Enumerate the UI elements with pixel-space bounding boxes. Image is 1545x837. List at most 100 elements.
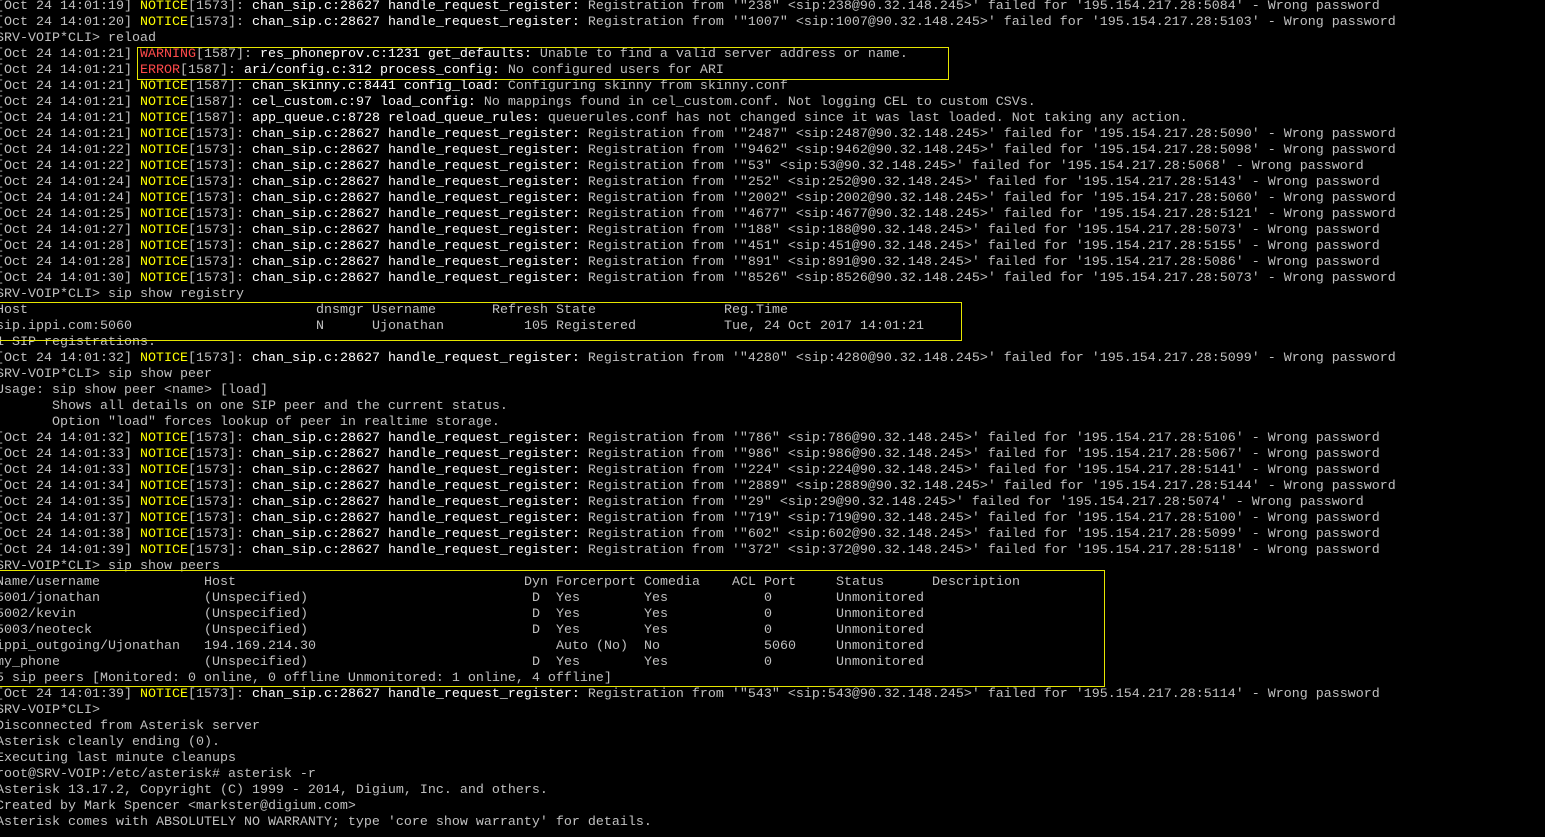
log-level-notice: NOTICE	[139, 159, 188, 174]
console-line: 5 sip peers [Monitored: 0 online, 0 offl…	[0, 671, 1396, 687]
console-text: SRV-VOIP*CLI> sip show registry	[0, 287, 244, 302]
log-pid: [1573]:	[187, 175, 252, 190]
log-source: cel_custom.c:97 load_config:	[251, 95, 476, 110]
peers-cell: D	[532, 591, 540, 606]
log-level-error: ERROR	[139, 63, 180, 78]
log-level-notice: NOTICE	[139, 127, 188, 142]
log-timestamp: [Oct 24 14:01:37]	[0, 511, 140, 526]
peers-column-header: Name/username	[0, 575, 100, 590]
log-level-notice: NOTICE	[139, 463, 188, 478]
log-timestamp: [Oct 24 14:01:21]	[0, 95, 140, 110]
log-timestamp: [Oct 24 14:01:28]	[0, 255, 140, 270]
log-source: chan_sip.c:28627 handle_request_register…	[251, 447, 580, 462]
log-message: Registration from '"543" <sip:543@90.32.…	[579, 687, 1380, 702]
log-source: chan_skinny.c:8441 config_load:	[251, 79, 500, 94]
log-timestamp: [Oct 24 14:01:33]	[0, 447, 140, 462]
log-timestamp: [Oct 24 14:01:38]	[0, 527, 140, 542]
console-text: 5 sip peers [Monitored: 0 online, 0 offl…	[0, 671, 612, 686]
log-message: Registration from '"719" <sip:719@90.32.…	[579, 511, 1380, 526]
peers-cell: No	[644, 639, 660, 654]
log-level-notice: NOTICE	[139, 351, 188, 366]
registry-cell: Registered	[556, 319, 636, 334]
log-level-notice: NOTICE	[139, 95, 188, 110]
log-timestamp: [Oct 24 14:01:32]	[0, 351, 140, 366]
log-line: [Oct 24 14:01:37] NOTICE[1573]: chan_sip…	[0, 511, 1396, 527]
peers-cell: D	[532, 607, 540, 622]
log-timestamp: [Oct 24 14:01:21]	[0, 79, 140, 94]
log-level-notice: NOTICE	[139, 447, 188, 462]
log-source: chan_sip.c:28627 handle_request_register…	[251, 351, 580, 366]
log-line: [Oct 24 14:01:21] WARNING[1587]: res_pho…	[0, 47, 1396, 63]
console-line: Executing last minute cleanups	[0, 751, 1396, 767]
log-timestamp: [Oct 24 14:01:25]	[0, 207, 140, 222]
log-line: [Oct 24 14:01:24] NOTICE[1573]: chan_sip…	[0, 191, 1396, 207]
console-line: SRV-VOIP*CLI> reload	[0, 31, 1396, 47]
log-source: chan_sip.c:28627 handle_request_register…	[251, 175, 580, 190]
peers-column-header: Forcerport	[556, 575, 636, 590]
peers-cell: D	[532, 623, 540, 638]
log-line: [Oct 24 14:01:22] NOTICE[1573]: chan_sip…	[0, 159, 1396, 175]
log-source: chan_sip.c:28627 handle_request_register…	[251, 15, 580, 30]
log-pid: [1573]:	[187, 143, 252, 158]
console-text: Asterisk comes with ABSOLUTELY NO WARRAN…	[0, 815, 652, 830]
log-pid: [1587]:	[187, 79, 252, 94]
log-message: No configured users for ARI	[499, 63, 724, 78]
log-pid: [1573]:	[187, 495, 252, 510]
console-text: Created by Mark Spencer <markster@digium…	[0, 799, 356, 814]
log-line: [Oct 24 14:01:21] NOTICE[1587]: cel_cust…	[0, 95, 1396, 111]
console-text: Option "load" forces lookup of peer in r…	[0, 415, 500, 430]
registry-cell: Tue, 24 Oct 2017 14:01:21	[724, 319, 924, 334]
console-text: Asterisk cleanly ending (0).	[0, 735, 220, 750]
log-message: Registration from '"9462" <sip:9462@90.3…	[579, 143, 1396, 158]
log-level-notice: NOTICE	[139, 207, 188, 222]
log-level-notice: NOTICE	[139, 15, 188, 30]
log-level-notice: NOTICE	[139, 191, 188, 206]
console-line: SRV-VOIP*CLI> sip show peer	[0, 367, 1396, 383]
log-message: Registration from '"372" <sip:372@90.32.…	[579, 543, 1380, 558]
peers-cell: Yes	[556, 607, 580, 622]
log-source: ari/config.c:312 process_config:	[243, 63, 500, 78]
peers-cell: Yes	[556, 591, 580, 606]
log-message: Registration from '"786" <sip:786@90.32.…	[579, 431, 1380, 446]
log-timestamp: [Oct 24 14:01:20]	[0, 15, 140, 30]
log-line: [Oct 24 14:01:21] NOTICE[1587]: app_queu…	[0, 111, 1396, 127]
log-timestamp: [Oct 24 14:01:21]	[0, 63, 140, 78]
log-message: Registration from '"224" <sip:224@90.32.…	[579, 463, 1380, 478]
log-line: [Oct 24 14:01:20] NOTICE[1573]: chan_sip…	[0, 15, 1396, 31]
log-pid: [1573]:	[187, 271, 252, 286]
peers-table-row: 5001/jonathan (Unspecified) D Yes Yes 0 Unmoni…	[0, 591, 1396, 607]
peers-column-header: Host	[204, 575, 236, 590]
log-message: Unable to find a valid server address or…	[531, 47, 908, 62]
log-timestamp: [Oct 24 14:01:34]	[0, 479, 140, 494]
registry-column-header: Reg.Time	[724, 303, 788, 318]
peers-cell: 0	[764, 607, 772, 622]
peers-cell: Auto (No)	[556, 639, 628, 654]
log-level-notice: NOTICE	[139, 255, 188, 270]
console-line: Asterisk cleanly ending (0).	[0, 735, 1396, 751]
registry-cell: sip.ippi.com:5060	[0, 319, 132, 334]
log-level-notice: NOTICE	[139, 479, 188, 494]
log-source: chan_sip.c:28627 handle_request_register…	[251, 223, 580, 238]
log-source: chan_sip.c:28627 handle_request_register…	[251, 527, 580, 542]
peers-cell: 0	[764, 591, 772, 606]
log-timestamp: [Oct 24 14:01:27]	[0, 223, 140, 238]
log-pid: [1573]:	[187, 239, 252, 254]
console-line: SRV-VOIP*CLI>	[0, 703, 1396, 719]
log-line: [Oct 24 14:01:21] NOTICE[1587]: chan_ski…	[0, 79, 1396, 95]
log-line: [Oct 24 14:01:38] NOTICE[1573]: chan_sip…	[0, 527, 1396, 543]
log-message: Registration from '"986" <sip:986@90.32.…	[579, 447, 1380, 462]
console-line: Asterisk 13.17.2, Copyright (C) 1999 - 2…	[0, 783, 1396, 799]
log-line: [Oct 24 14:01:25] NOTICE[1573]: chan_sip…	[0, 207, 1396, 223]
log-message: Registration from '"2487" <sip:2487@90.3…	[579, 127, 1396, 142]
log-pid: [1573]:	[187, 255, 252, 270]
peers-cell: 0	[764, 623, 772, 638]
log-line: [Oct 24 14:01:32] NOTICE[1573]: chan_sip…	[0, 351, 1396, 367]
log-line: [Oct 24 14:01:21] NOTICE[1573]: chan_sip…	[0, 127, 1396, 143]
log-line: [Oct 24 14:01:28] NOTICE[1573]: chan_sip…	[0, 239, 1396, 255]
log-timestamp: [Oct 24 14:01:22]	[0, 159, 140, 174]
log-source: res_phoneprov.c:1231 get_defaults:	[259, 47, 532, 62]
log-pid: [1573]:	[187, 207, 252, 222]
log-source: chan_sip.c:28627 handle_request_register…	[251, 543, 580, 558]
log-level-notice: NOTICE	[139, 431, 188, 446]
log-line: [Oct 24 14:01:19] NOTICE[1573]: chan_sip…	[0, 0, 1396, 15]
